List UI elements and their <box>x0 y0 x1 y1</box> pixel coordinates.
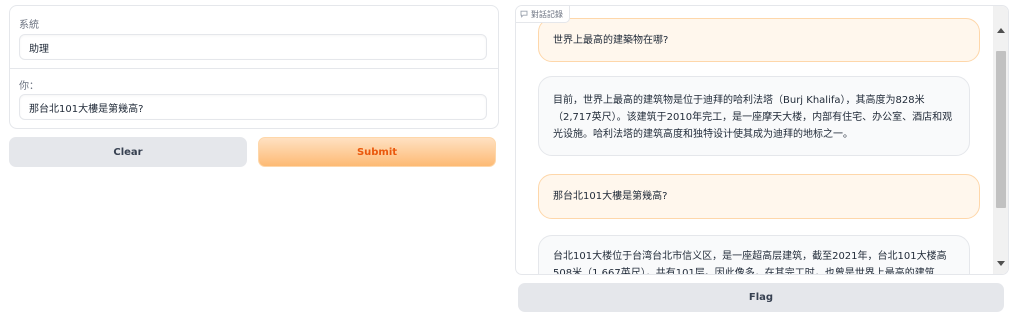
chatbot-label-text: 對話記錄 <box>531 9 563 19</box>
scroll-thumb[interactable] <box>996 51 1006 208</box>
message-text: 那台北101大樓是第幾高? <box>553 191 668 202</box>
bot-message: 目前，世界上最高的建筑物是位于迪拜的哈利法塔（Burj Khalifa），其高度… <box>538 76 970 156</box>
scrollbar[interactable] <box>993 6 1008 274</box>
user-message: 世界上最高的建築物在哪? <box>538 18 980 62</box>
bot-message: 台北101大楼位于台湾台北市信义区，是一座超高层建筑，截至2021年，台北101… <box>538 235 970 275</box>
system-label: 系統 <box>19 20 39 31</box>
user-input[interactable]: 那台北101大樓是第幾高? <box>19 94 487 120</box>
clear-button[interactable]: Clear <box>9 137 247 167</box>
user-message: 那台北101大樓是第幾高? <box>538 174 980 219</box>
message-list: 世界上最高的建築物在哪? 目前，世界上最高的建筑物是位于迪拜的哈利法塔（Burj… <box>516 6 992 274</box>
scroll-down-arrow-icon[interactable] <box>997 261 1005 266</box>
submit-button[interactable]: Submit <box>258 137 496 167</box>
flag-button[interactable]: Flag <box>518 283 1004 312</box>
scroll-up-arrow-icon[interactable] <box>997 28 1005 33</box>
message-text: 目前，世界上最高的建筑物是位于迪拜的哈利法塔（Burj Khalifa），其高度… <box>553 95 953 140</box>
user-label: 你： <box>19 81 39 92</box>
chatbot-panel: 世界上最高的建築物在哪? 目前，世界上最高的建筑物是位于迪拜的哈利法塔（Burj… <box>515 5 1009 275</box>
input-panel: 系統 助理 你： 那台北101大樓是第幾高? Clear Submit <box>3 3 503 171</box>
system-field: 系統 助理 <box>10 6 498 69</box>
chatbot-label: 對話記錄 <box>516 6 570 23</box>
user-field: 你： 那台北101大樓是第幾高? <box>10 69 498 128</box>
chat-bubble-icon <box>520 10 528 18</box>
form-box: 系統 助理 你： 那台北101大樓是第幾高? <box>9 5 499 129</box>
message-text: 世界上最高的建築物在哪? <box>553 34 669 46</box>
message-text: 台北101大楼位于台湾台北市信义区，是一座超高层建筑，截至2021年，台北101… <box>553 251 947 275</box>
system-input[interactable]: 助理 <box>19 34 487 60</box>
